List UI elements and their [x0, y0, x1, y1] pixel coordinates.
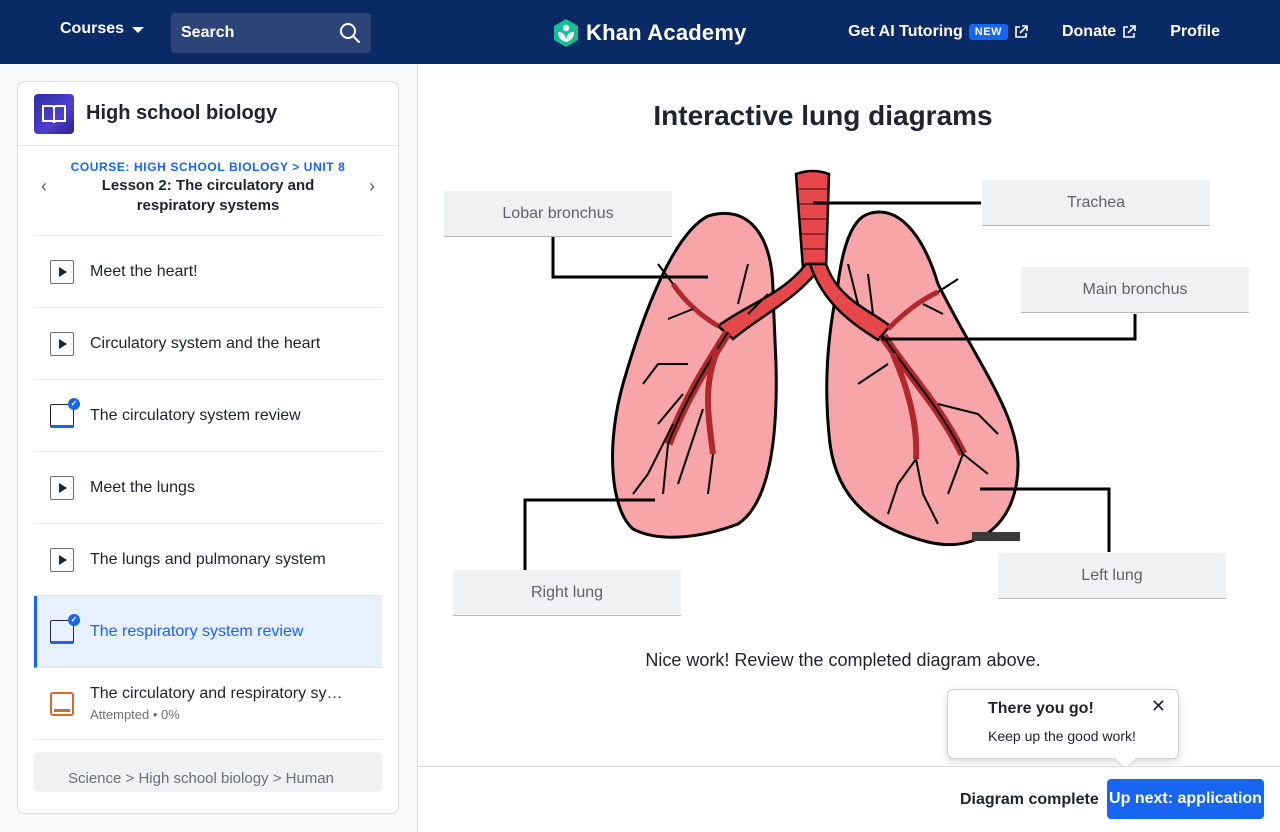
chevron-down-icon [132, 27, 145, 33]
brand-name: Khan Academy [586, 20, 747, 45]
popover-title: There you go! [988, 700, 1094, 717]
courses-menu[interactable]: Courses [60, 20, 145, 38]
label-lobar-bronchus[interactable]: Lobar bronchus [444, 191, 672, 237]
article-completed-icon: ✓ [50, 397, 80, 428]
feedback-message: Nice work! Review the completed diagram … [645, 650, 1041, 670]
popover-body: Keep up the good work! [988, 728, 1136, 744]
unit-breadcrumb[interactable]: COURSE: HIGH SCHOOL BIOLOGY > UNIT 8 [34, 160, 382, 174]
trachea-shape [794, 169, 831, 271]
lesson-navigator: ‹ COURSE: HIGH SCHOOL BIOLOGY > UNIT 8 L… [34, 146, 382, 236]
book-icon [34, 93, 74, 134]
lesson-items-list: Meet the heart! Circulatory system and t… [34, 236, 382, 740]
courses-label: Courses [60, 20, 125, 37]
video-play-icon [50, 259, 74, 284]
course-title: High school biology [86, 102, 278, 124]
new-badge: NEW [968, 24, 1008, 40]
watermark-mark [972, 532, 1020, 541]
item-label: Meet the lungs [90, 478, 195, 496]
up-next-button[interactable]: Up next: application [1107, 779, 1264, 819]
exercise-footer: Diagram complete Up next: application [418, 766, 1280, 832]
main-content: Interactive lung diagrams Lobar bronchus… [417, 64, 1280, 832]
label-trachea[interactable]: Trachea [982, 180, 1210, 226]
header-right-nav: Get AI Tutoring NEW Donate Profile [848, 0, 1220, 64]
list-item[interactable]: The lungs and pulmonary system [34, 524, 382, 596]
khan-academy-logo[interactable]: Khan Academy [552, 18, 747, 48]
lesson-title: Lesson 2: The circulatory and respirator… [101, 177, 315, 214]
search-input[interactable]: Search [181, 24, 339, 42]
item-label: The circulatory and respiratory systems [90, 685, 350, 702]
list-item[interactable]: Meet the lungs [34, 452, 382, 524]
ai-tutoring-label: Get AI Tutoring [848, 23, 963, 40]
video-play-icon [50, 475, 74, 500]
quiz-icon [50, 691, 74, 716]
item-label: Meet the heart! [90, 262, 198, 280]
footer-breadcrumb[interactable]: Science > High school biology > Human [34, 752, 382, 792]
profile-link[interactable]: Profile [1170, 23, 1220, 41]
video-play-icon [50, 547, 74, 572]
khan-leaf-icon [554, 19, 578, 47]
top-navigation-bar: Courses Search Khan Academy Get AI Tutor… [0, 0, 1280, 64]
donate-label: Donate [1061, 23, 1117, 40]
external-link-icon [1015, 25, 1028, 38]
chevron-right-icon[interactable]: › [362, 176, 382, 196]
item-label: The lungs and pulmonary system [90, 550, 326, 568]
profile-label: Profile [1170, 23, 1220, 40]
label-right-lung[interactable]: Right lung [453, 570, 681, 616]
list-item[interactable]: Meet the heart! [34, 236, 382, 308]
label-main-bronchus[interactable]: Main bronchus [1021, 267, 1249, 313]
list-item-active[interactable]: ✓ The respiratory system review [34, 596, 382, 668]
article-completed-icon: ✓ [50, 613, 80, 644]
course-header[interactable]: High school biology [18, 82, 398, 146]
search-icon[interactable] [339, 22, 361, 44]
list-item[interactable]: Circulatory system and the heart [34, 308, 382, 380]
label-left-lung[interactable]: Left lung [998, 553, 1226, 599]
ai-tutoring-link[interactable]: Get AI Tutoring NEW [848, 23, 1028, 41]
video-play-icon [50, 331, 74, 356]
completion-status: Diagram complete [960, 791, 1099, 808]
list-item[interactable]: The circulatory and respiratory systems … [34, 668, 382, 740]
close-icon[interactable]: ✕ [1151, 696, 1166, 717]
donate-link[interactable]: Donate [1061, 23, 1137, 41]
item-label: The circulatory system review [90, 406, 301, 424]
list-item[interactable]: ✓ The circulatory system review [34, 380, 382, 452]
course-sidebar: High school biology ‹ COURSE: HIGH SCHOO… [17, 81, 399, 814]
chevron-left-icon[interactable]: ‹ [34, 176, 54, 196]
item-progress: Attempted • 0% [90, 707, 180, 722]
search-box[interactable]: Search [171, 13, 371, 53]
encouragement-popover: There you go! Keep up the good work! ✕ [947, 689, 1179, 759]
item-label: Circulatory system and the heart [90, 334, 321, 352]
external-link-icon [1123, 25, 1137, 38]
item-label: The respiratory system review [90, 622, 304, 640]
